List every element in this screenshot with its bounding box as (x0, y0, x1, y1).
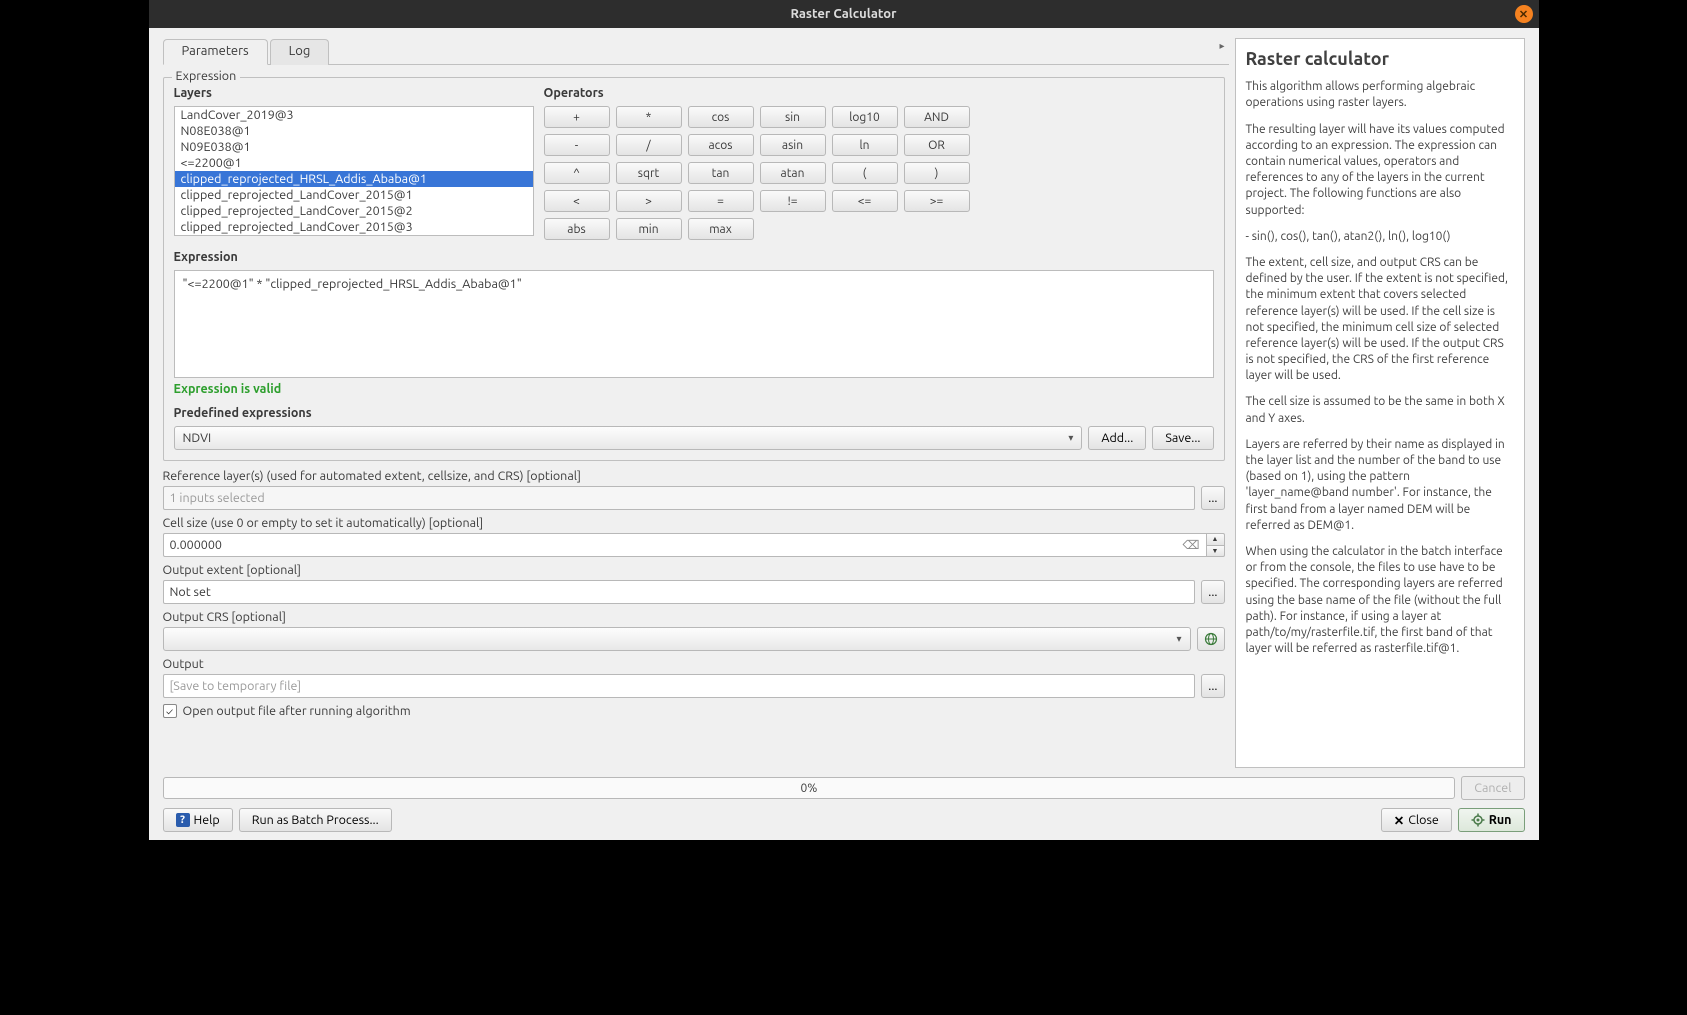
output-crs-label: Output CRS [optional] (163, 610, 1225, 624)
operator-button[interactable]: tan (688, 162, 754, 184)
predefined-label: Predefined expressions (174, 406, 1214, 420)
gear-icon (1471, 813, 1485, 827)
operator-button[interactable]: asin (760, 134, 826, 156)
open-output-label: Open output file after running algorithm (183, 704, 411, 718)
progress-bar: 0% (163, 777, 1456, 799)
operator-button[interactable]: ( (832, 162, 898, 184)
output-extent-more-button[interactable]: ... (1201, 580, 1224, 604)
window-title: Raster Calculator (791, 7, 897, 21)
crs-picker-button[interactable] (1197, 627, 1225, 651)
output-input[interactable]: [Save to temporary file] (163, 674, 1196, 698)
layer-item[interactable]: clipped_reprojected_LandCover_2015@1 (175, 187, 533, 203)
spin-down-button[interactable]: ▼ (1207, 545, 1225, 558)
help-panel: Raster calculator This algorithm allows … (1235, 38, 1525, 768)
tabs: Parameters Log ▸ (163, 38, 1229, 65)
layer-item[interactable]: clipped_reprojected_LandCover_2016@1 (175, 235, 533, 236)
layers-label: Layers (174, 86, 534, 100)
cell-size-label: Cell size (use 0 or empty to set it auto… (163, 516, 1225, 530)
operator-button[interactable]: - (544, 134, 610, 156)
tab-parameters[interactable]: Parameters (163, 39, 268, 65)
layer-item[interactable]: clipped_reprojected_LandCover_2015@2 (175, 203, 533, 219)
output-label: Output (163, 657, 1225, 671)
reference-layers-input[interactable]: 1 inputs selected (163, 486, 1196, 510)
operator-button[interactable]: cos (688, 106, 754, 128)
predefined-combo[interactable]: NDVI (174, 426, 1083, 450)
operator-button[interactable]: ) (904, 162, 970, 184)
operator-button[interactable]: * (616, 106, 682, 128)
operators-label: Operators (544, 86, 1214, 100)
operator-button[interactable]: atan (760, 162, 826, 184)
operator-button[interactable]: = (688, 190, 754, 212)
operator-button[interactable]: != (760, 190, 826, 212)
output-extent-input[interactable]: Not set (163, 580, 1196, 604)
cancel-button: Cancel (1461, 776, 1524, 800)
operator-button[interactable]: + (544, 106, 610, 128)
output-extent-label: Output extent [optional] (163, 563, 1225, 577)
expression-label: Expression (174, 250, 1214, 264)
close-x-icon: ✕ (1394, 813, 1404, 828)
tab-log[interactable]: Log (270, 39, 330, 65)
reference-layers-label: Reference layer(s) (used for automated e… (163, 469, 1225, 483)
raster-calculator-dialog: Raster Calculator ✕ Parameters Log ▸ Exp… (149, 0, 1539, 840)
operator-button[interactable]: sqrt (616, 162, 682, 184)
operator-button[interactable]: >= (904, 190, 970, 212)
spin-up-button[interactable]: ▲ (1207, 533, 1225, 545)
close-button[interactable]: ✕Close (1381, 808, 1452, 832)
operator-button[interactable]: sin (760, 106, 826, 128)
operator-button[interactable]: > (616, 190, 682, 212)
operator-button[interactable]: max (688, 218, 754, 240)
layer-item[interactable]: <=2200@1 (175, 155, 533, 171)
open-output-checkbox[interactable]: ✓ (163, 704, 177, 718)
expression-group: Expression Layers LandCover_2019@3N08E03… (163, 77, 1225, 461)
layer-item[interactable]: N08E038@1 (175, 123, 533, 139)
expression-input[interactable]: "<=2200@1" * "clipped_reprojected_HRSL_A… (174, 270, 1214, 378)
add-button[interactable]: Add... (1088, 426, 1146, 450)
operator-button[interactable]: ^ (544, 162, 610, 184)
output-crs-combo[interactable] (163, 627, 1191, 651)
titlebar: Raster Calculator ✕ (149, 0, 1539, 28)
reference-layers-more-button[interactable]: ... (1201, 486, 1224, 510)
output-more-button[interactable]: ... (1201, 674, 1224, 698)
operator-button[interactable]: acos (688, 134, 754, 156)
operator-button[interactable]: min (616, 218, 682, 240)
layer-item[interactable]: clipped_reprojected_LandCover_2015@3 (175, 219, 533, 235)
collapse-help-icon[interactable]: ▸ (1215, 38, 1228, 54)
layer-item[interactable]: N09E038@1 (175, 139, 533, 155)
operator-button[interactable]: log10 (832, 106, 898, 128)
operator-button[interactable]: AND (904, 106, 970, 128)
save-button[interactable]: Save... (1152, 426, 1213, 450)
expression-status: Expression is valid (174, 382, 1214, 396)
batch-button[interactable]: Run as Batch Process... (239, 808, 392, 832)
operator-button[interactable]: abs (544, 218, 610, 240)
help-button[interactable]: ?Help (163, 808, 233, 832)
operator-button[interactable]: / (616, 134, 682, 156)
layer-item[interactable]: LandCover_2019@3 (175, 107, 533, 123)
operator-button[interactable]: ln (832, 134, 898, 156)
help-icon: ? (176, 813, 190, 827)
layer-item[interactable]: clipped_reprojected_HRSL_Addis_Ababa@1 (175, 171, 533, 187)
operator-button[interactable]: <= (832, 190, 898, 212)
cell-size-input[interactable]: 0.000000 ⌫ (163, 533, 1207, 557)
operator-button[interactable]: OR (904, 134, 970, 156)
group-title-expression: Expression (172, 69, 241, 83)
clear-icon[interactable]: ⌫ (1183, 538, 1200, 552)
run-button[interactable]: Run (1458, 808, 1525, 832)
close-icon[interactable]: ✕ (1515, 5, 1533, 23)
help-title: Raster calculator (1246, 47, 1514, 71)
layers-list[interactable]: LandCover_2019@3N08E038@1N09E038@1<=2200… (174, 106, 534, 236)
operator-button[interactable]: < (544, 190, 610, 212)
